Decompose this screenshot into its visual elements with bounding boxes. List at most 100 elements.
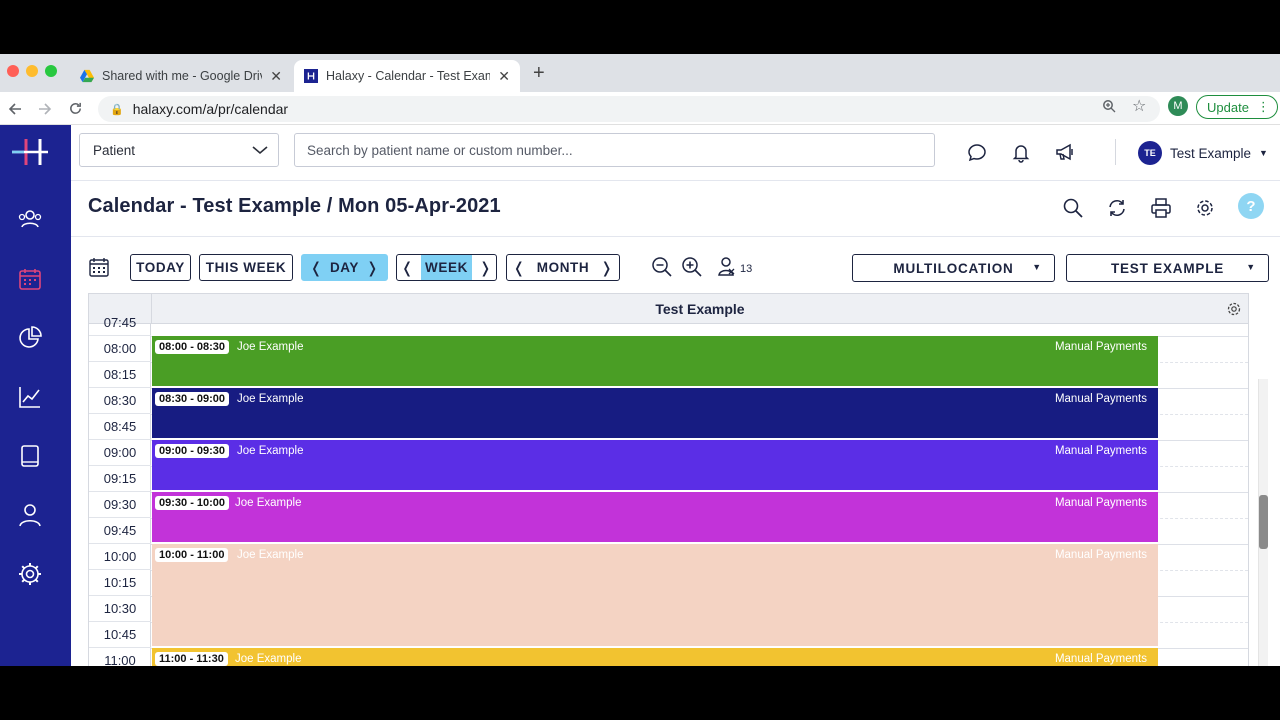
sidebar-item-analytics[interactable] bbox=[17, 384, 43, 410]
megaphone-icon[interactable] bbox=[1054, 141, 1076, 163]
sidebar-item-reports[interactable] bbox=[17, 325, 43, 351]
chevron-right-icon[interactable]: ❭ bbox=[359, 259, 386, 277]
caret-down-icon: ▼ bbox=[1032, 262, 1042, 272]
help-button[interactable]: ? bbox=[1238, 193, 1264, 219]
day-column[interactable]: 08:00 - 08:30 Joe Example Manual Payments 0… bbox=[151, 324, 1249, 666]
appointment-patient: Joe Example bbox=[237, 393, 304, 405]
calendar-toolbar: TODAY THIS WEEK ❬ DAY ❭ ❬ WEEK ❭ ❬ MONTH… bbox=[71, 237, 1280, 293]
user-icon bbox=[19, 504, 41, 527]
browser-tab-drive[interactable]: Shared with me - Google Drive ✕ bbox=[70, 60, 292, 92]
date-picker-icon[interactable] bbox=[88, 256, 110, 278]
time-slot-label: 09:00 bbox=[89, 440, 151, 466]
chevron-right-icon[interactable]: ❭ bbox=[593, 259, 620, 277]
today-button[interactable]: TODAY bbox=[130, 254, 191, 281]
appointment-payment-type: Manual Payments bbox=[1054, 497, 1147, 509]
reload-icon[interactable] bbox=[68, 101, 83, 116]
month-view-button[interactable]: ❬ MONTH ❭ bbox=[506, 254, 620, 281]
user-avatar: TE bbox=[1138, 141, 1162, 165]
chevron-down-icon bbox=[252, 146, 268, 155]
patient-select-value: Patient bbox=[93, 142, 136, 158]
zoom-icon[interactable] bbox=[1102, 99, 1116, 113]
appointment-block[interactable]: 08:00 - 08:30 Joe Example Manual Payments bbox=[152, 336, 1158, 388]
back-icon[interactable] bbox=[8, 102, 22, 116]
address-bar: 🔒 halaxy.com/a/pr/calendar ☆ M Update ⋮ bbox=[0, 92, 1280, 125]
time-slot-label: 08:30 bbox=[89, 388, 151, 414]
search-icon[interactable] bbox=[1062, 197, 1084, 219]
close-tab-icon[interactable]: ✕ bbox=[270, 68, 282, 85]
sidebar-item-patients[interactable] bbox=[17, 207, 43, 233]
close-window-button[interactable] bbox=[7, 65, 19, 77]
chevron-left-icon[interactable]: ❬ bbox=[506, 259, 533, 277]
halaxy-logo bbox=[12, 139, 48, 165]
calendar-grid: Test Example 07:45 08:00 08:15 08:30 08:45 0… bbox=[88, 293, 1249, 666]
practitioner-value: TEST EXAMPLE bbox=[1110, 260, 1225, 276]
time-slot-label: 10:15 bbox=[89, 570, 151, 596]
calendar-scrollbar-thumb[interactable] bbox=[1259, 495, 1268, 549]
users-icon bbox=[18, 210, 42, 228]
chevron-left-icon[interactable]: ❬ bbox=[394, 259, 421, 277]
user-menu[interactable]: TE Test Example ▼ bbox=[1138, 141, 1268, 165]
chat-icon[interactable] bbox=[966, 141, 988, 163]
zoom-out-icon[interactable] bbox=[651, 256, 673, 278]
new-tab-icon[interactable]: + bbox=[533, 62, 545, 85]
user-name: Test Example bbox=[1170, 145, 1252, 161]
halaxy-favicon-icon bbox=[304, 69, 318, 83]
browser-tab-halaxy[interactable]: Halaxy - Calendar - Test Example ✕ bbox=[294, 60, 520, 92]
appointment-block[interactable]: 09:30 - 10:00 Joe Example Manual Payments bbox=[152, 492, 1158, 544]
appointment-patient: Joe Example bbox=[237, 445, 304, 457]
screen: Shared with me - Google Drive ✕ Halaxy -… bbox=[0, 54, 1280, 666]
appointment-time: 10:00 - 11:00 bbox=[155, 548, 229, 562]
practitioner-dropdown[interactable]: TEST EXAMPLE ▼ bbox=[1066, 254, 1269, 282]
update-button[interactable]: Update ⋮ bbox=[1196, 95, 1278, 119]
sidebar-item-profile[interactable] bbox=[17, 502, 43, 528]
bell-icon[interactable] bbox=[1010, 141, 1032, 163]
close-tab-icon[interactable]: ✕ bbox=[498, 68, 510, 85]
refresh-icon[interactable] bbox=[1106, 197, 1128, 219]
appointment-block[interactable]: 08:30 - 09:00 Joe Example Manual Payments bbox=[152, 388, 1158, 440]
appointment-patient: Joe Example bbox=[235, 497, 302, 509]
appointment-payment-type: Manual Payments bbox=[1054, 445, 1147, 457]
time-slot-label: 11:00 bbox=[89, 648, 151, 666]
waitlist-icon[interactable] bbox=[717, 256, 739, 278]
time-column: 07:45 08:00 08:15 08:30 08:45 09:00 09:15 09:3… bbox=[88, 315, 151, 666]
patient-search-input[interactable] bbox=[294, 133, 935, 167]
url-text: halaxy.com/a/pr/calendar bbox=[132, 101, 289, 117]
print-icon[interactable] bbox=[1150, 197, 1172, 219]
patient-select[interactable]: Patient bbox=[79, 133, 279, 167]
forward-icon[interactable] bbox=[38, 102, 52, 116]
time-slot-label: 08:00 bbox=[89, 336, 151, 362]
time-slot-label: 10:45 bbox=[89, 622, 151, 648]
sidebar-item-calendar[interactable] bbox=[17, 266, 43, 292]
time-slot-label: 07:45 bbox=[89, 310, 151, 336]
maximize-window-button[interactable] bbox=[45, 65, 57, 77]
column-settings-icon[interactable] bbox=[1226, 301, 1242, 317]
settings-gear-icon[interactable] bbox=[1194, 197, 1216, 219]
calendar-header: Test Example bbox=[88, 293, 1249, 324]
url-field[interactable]: 🔒 halaxy.com/a/pr/calendar bbox=[98, 96, 1160, 122]
appointment-block[interactable]: 10:00 - 11:00 Joe Example Manual Payments bbox=[152, 544, 1158, 648]
sidebar-item-notes[interactable] bbox=[17, 443, 43, 469]
bookmark-star-icon[interactable]: ☆ bbox=[1132, 96, 1146, 116]
tab-title: Shared with me - Google Drive bbox=[102, 69, 263, 83]
day-label: DAY bbox=[329, 260, 360, 275]
appointment-block[interactable]: 11:00 - 11:30 Joe Example Manual Payments bbox=[152, 648, 1158, 666]
this-week-button[interactable]: THIS WEEK bbox=[199, 254, 293, 281]
chevron-right-icon[interactable]: ❭ bbox=[472, 259, 499, 277]
lock-icon: 🔒 bbox=[110, 103, 124, 116]
waitlist-count: 13 bbox=[740, 263, 753, 275]
location-value: MULTILOCATION bbox=[893, 260, 1014, 276]
update-label: Update bbox=[1207, 99, 1249, 115]
appointment-block[interactable]: 09:00 - 09:30 Joe Example Manual Payments bbox=[152, 440, 1158, 492]
zoom-in-icon[interactable] bbox=[681, 256, 703, 278]
minimize-window-button[interactable] bbox=[26, 65, 38, 77]
time-slot-label: 08:45 bbox=[89, 414, 151, 440]
kebab-menu-icon: ⋮ bbox=[1256, 99, 1270, 114]
appointment-patient: Joe Example bbox=[237, 341, 304, 353]
gear-icon bbox=[19, 563, 41, 585]
profile-avatar[interactable]: M bbox=[1168, 96, 1188, 116]
week-view-button[interactable]: ❬ WEEK ❭ bbox=[396, 254, 497, 281]
sidebar-item-settings[interactable] bbox=[17, 561, 43, 587]
day-view-button[interactable]: ❬ DAY ❭ bbox=[301, 254, 388, 281]
chevron-left-icon[interactable]: ❬ bbox=[303, 259, 330, 277]
location-dropdown[interactable]: MULTILOCATION ▼ bbox=[852, 254, 1055, 282]
